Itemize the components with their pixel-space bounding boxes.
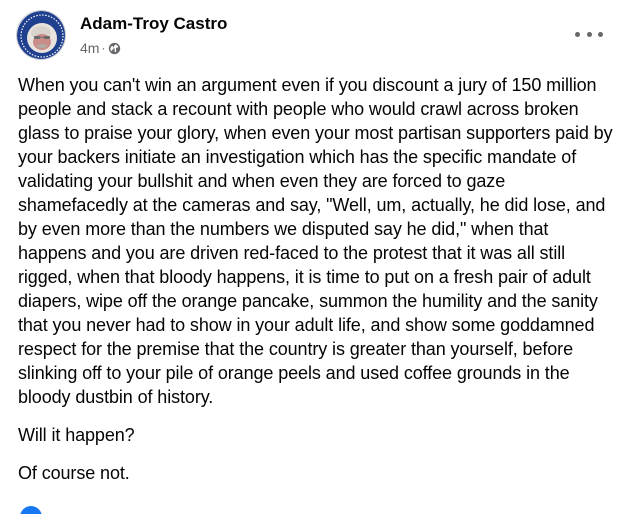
globe-icon <box>108 42 121 55</box>
avatar[interactable] <box>16 10 66 60</box>
reaction-icon[interactable] <box>20 506 42 514</box>
post-meta: 4m · <box>80 39 121 57</box>
author-name[interactable]: Adam-Troy Castro <box>80 14 227 34</box>
post-paragraph: Of course not. <box>18 463 130 483</box>
meta-separator: · <box>101 41 106 55</box>
more-dot <box>586 31 592 37</box>
post-body: When you can't win an argument even if y… <box>18 73 618 485</box>
more-dot <box>598 31 603 37</box>
avatar-image <box>17 11 65 59</box>
post-paragraph: Will it happen? <box>18 425 135 445</box>
more-options-icon[interactable] <box>575 24 603 44</box>
post-paragraph: When you can't win an argument even if y… <box>18 75 613 407</box>
post-timestamp[interactable]: 4m <box>80 40 99 56</box>
more-dot <box>575 31 580 37</box>
post-card: Adam-Troy Castro 4m · When you can't win… <box>0 0 631 514</box>
